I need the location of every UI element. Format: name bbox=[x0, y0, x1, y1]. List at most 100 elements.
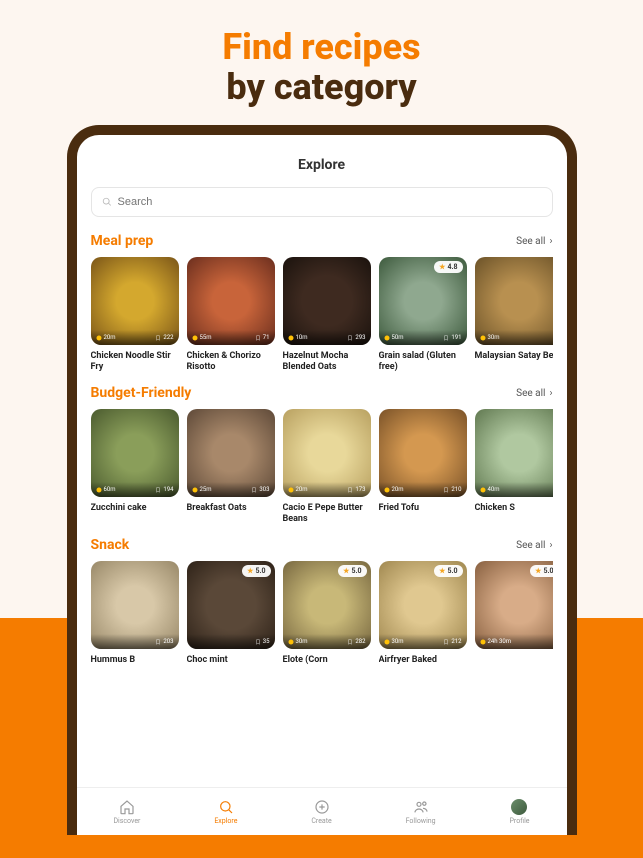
cook-time: 20m bbox=[288, 486, 308, 493]
recipe-card[interactable]: ★ 55m 71 Chicken & Chorizo Risotto bbox=[187, 257, 275, 373]
time-value: 30m bbox=[488, 334, 500, 341]
save-count: 282 bbox=[347, 638, 365, 645]
see-all-link[interactable]: See all › bbox=[516, 236, 552, 247]
see-all-label: See all bbox=[516, 540, 545, 551]
recipe-thumbnail: ★ 203 bbox=[91, 561, 179, 649]
rating-badge: ★ 5.0 bbox=[434, 565, 462, 577]
tab-label: Following bbox=[406, 817, 436, 825]
save-count: 35 bbox=[255, 638, 270, 645]
tab-explore[interactable]: Explore bbox=[214, 799, 237, 825]
tab-following[interactable]: Following bbox=[406, 799, 436, 825]
see-all-label: See all bbox=[516, 388, 545, 399]
recipe-thumbnail: ★ 40m bbox=[475, 409, 553, 497]
tab-discover[interactable]: Discover bbox=[113, 799, 140, 825]
recipe-card[interactable]: ★ 20m 210 Fried Tofu bbox=[379, 409, 467, 525]
recipe-thumbnail: ★ 20m 173 bbox=[283, 409, 371, 497]
time-value: 20m bbox=[392, 486, 404, 493]
hero-line2: by category bbox=[226, 66, 416, 108]
see-all-link[interactable]: See all › bbox=[516, 388, 552, 399]
time-value: 50m bbox=[392, 334, 404, 341]
star-icon: ★ bbox=[439, 567, 445, 575]
hero-line1: Find recipes bbox=[222, 26, 420, 68]
recipe-card[interactable]: ★ 20m 173 Cacio E Pepe Butter Beans bbox=[283, 409, 371, 525]
save-count: 203 bbox=[155, 638, 173, 645]
recipe-card[interactable]: ★ 4.8 50m 191 Grain salad (Gluten free) bbox=[379, 257, 467, 373]
recipe-card[interactable]: ★ 25m 303 Breakfast Oats bbox=[187, 409, 275, 525]
hero-heading: Find recipes by category bbox=[0, 0, 643, 125]
recipe-card[interactable]: ★ 5.0 35 Choc mint bbox=[187, 561, 275, 677]
recipe-title: Fried Tofu bbox=[379, 503, 467, 525]
star-icon: ★ bbox=[247, 567, 253, 575]
bookmark-icon bbox=[251, 487, 257, 493]
recipe-thumbnail: ★ 20m 210 bbox=[379, 409, 467, 497]
recipe-thumbnail: ★ 25m 303 bbox=[187, 409, 275, 497]
recipe-card[interactable]: ★ 5.0 30m 282 Elote (Corn bbox=[283, 561, 371, 677]
star-icon: ★ bbox=[535, 567, 541, 575]
recipe-card[interactable]: ★ 5.0 24h 30m bbox=[475, 561, 553, 677]
clock-icon bbox=[288, 639, 294, 645]
tab-profile[interactable]: Profile bbox=[509, 799, 529, 825]
cook-time: 10m bbox=[288, 334, 308, 341]
clock-icon bbox=[192, 335, 198, 341]
section-title: Budget-Friendly bbox=[91, 385, 192, 401]
rating-badge: ★ 4.8 bbox=[434, 261, 462, 273]
cook-time: 20m bbox=[96, 334, 116, 341]
recipe-card[interactable]: ★ 10m 293 Hazelnut Mocha Blended Oats bbox=[283, 257, 371, 373]
saves-value: 210 bbox=[451, 486, 461, 493]
recipe-title: Malaysian Satay Bee bbox=[475, 351, 553, 373]
time-value: 20m bbox=[296, 486, 308, 493]
save-count: 191 bbox=[443, 334, 461, 341]
section-title: Snack bbox=[91, 537, 130, 553]
search-bar[interactable] bbox=[91, 187, 553, 217]
save-count: 303 bbox=[251, 486, 269, 493]
bookmark-icon bbox=[443, 639, 449, 645]
chevron-right-icon: › bbox=[549, 236, 552, 247]
page-title: Explore bbox=[91, 157, 553, 173]
saves-value: 212 bbox=[451, 638, 461, 645]
saves-value: 194 bbox=[163, 486, 173, 493]
recipe-thumbnail: ★ 60m 194 bbox=[91, 409, 179, 497]
recipe-title: Chicken & Chorizo Risotto bbox=[187, 351, 275, 373]
users-icon bbox=[413, 799, 429, 815]
recipe-card[interactable]: ★ 20m 222 Chicken Noodle Stir Fry bbox=[91, 257, 179, 373]
bookmark-icon bbox=[255, 639, 261, 645]
recipe-card[interactable]: ★ 30m Malaysian Satay Bee bbox=[475, 257, 553, 373]
clock-icon bbox=[480, 335, 486, 341]
bookmark-icon bbox=[347, 335, 353, 341]
search-icon bbox=[218, 799, 234, 815]
rating-value: 5.0 bbox=[543, 567, 552, 575]
recipe-title: Cacio E Pepe Butter Beans bbox=[283, 503, 371, 525]
save-count: 210 bbox=[443, 486, 461, 493]
recipe-title: Elote (Corn bbox=[283, 655, 371, 677]
recipe-thumbnail: ★ 5.0 30m 212 bbox=[379, 561, 467, 649]
time-value: 25m bbox=[200, 486, 212, 493]
time-value: 30m bbox=[296, 638, 308, 645]
cook-time: 40m bbox=[480, 486, 500, 493]
saves-value: 222 bbox=[163, 334, 173, 341]
save-count: 173 bbox=[347, 486, 365, 493]
saves-value: 191 bbox=[451, 334, 461, 341]
tab-label: Create bbox=[311, 817, 331, 825]
recipe-thumbnail: ★ 10m 293 bbox=[283, 257, 371, 345]
recipe-thumbnail: ★ 4.8 50m 191 bbox=[379, 257, 467, 345]
search-input[interactable] bbox=[118, 196, 542, 208]
recipe-title: Breakfast Oats bbox=[187, 503, 275, 525]
recipe-title bbox=[475, 655, 553, 677]
category-section: Snack See all › ★ 203 bbox=[91, 537, 553, 677]
clock-icon bbox=[192, 487, 198, 493]
tab-label: Explore bbox=[214, 817, 237, 825]
saves-value: 173 bbox=[355, 486, 365, 493]
tab-label: Profile bbox=[509, 817, 529, 825]
recipe-card[interactable]: ★ 203 Hummus B bbox=[91, 561, 179, 677]
recipe-thumbnail: ★ 5.0 35 bbox=[187, 561, 275, 649]
recipe-card[interactable]: ★ 40m Chicken S bbox=[475, 409, 553, 525]
recipe-card[interactable]: ★ 60m 194 Zucchini cake bbox=[91, 409, 179, 525]
recipe-title: Airfryer Baked bbox=[379, 655, 467, 677]
see-all-link[interactable]: See all › bbox=[516, 540, 552, 551]
search-icon bbox=[102, 197, 112, 207]
recipe-card[interactable]: ★ 5.0 30m 212 Airfryer Baked bbox=[379, 561, 467, 677]
chevron-right-icon: › bbox=[549, 388, 552, 399]
tab-create[interactable]: Create bbox=[311, 799, 331, 825]
recipe-title: Chicken S bbox=[475, 503, 553, 525]
cook-time: 60m bbox=[96, 486, 116, 493]
